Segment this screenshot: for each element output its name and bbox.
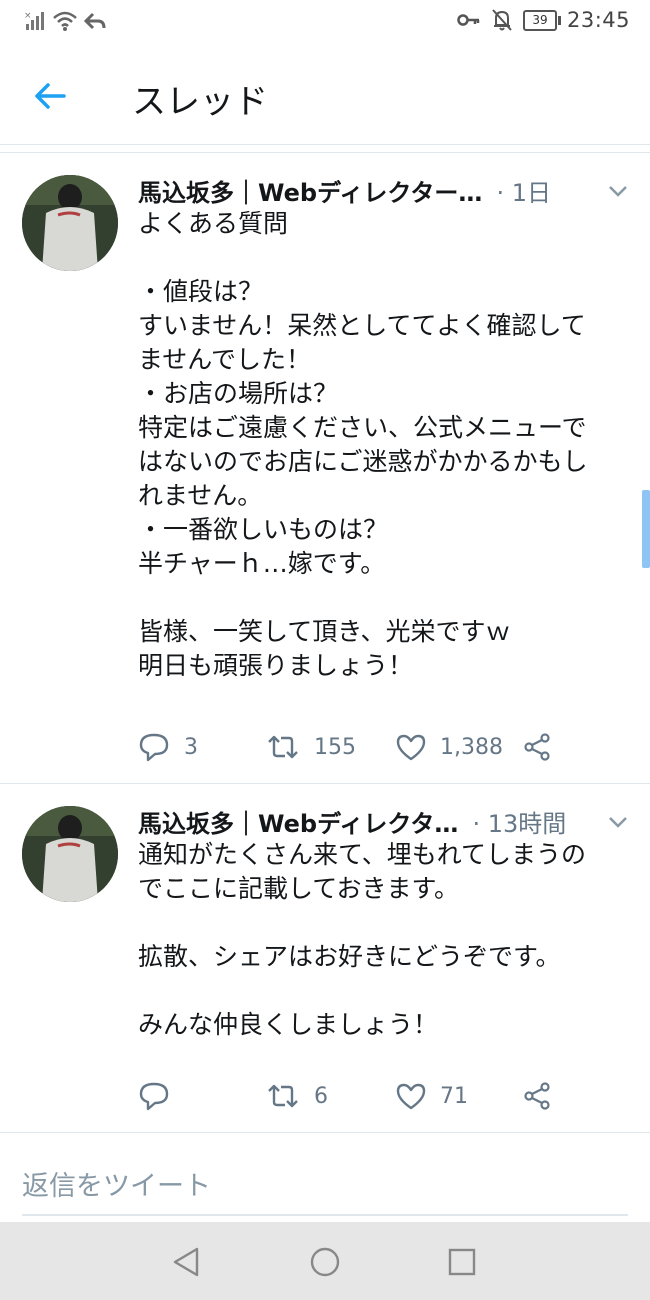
svg-text:×: × bbox=[24, 11, 32, 21]
tweet-text-line: 特定はご遠慮ください、公式メニューで bbox=[138, 413, 587, 442]
avatar-photo bbox=[22, 806, 118, 902]
chevron-down-icon[interactable] bbox=[606, 179, 630, 203]
tweet-text-line bbox=[138, 906, 638, 940]
tweet[interactable]: 馬込坂多｜Webディレクター… · 1日 よくある質問 ・値段は？ すいません！… bbox=[0, 153, 650, 784]
tweet-text-line: 通知がたくさん来て、埋もれてしまうの bbox=[138, 840, 587, 869]
scrollbar[interactable] bbox=[642, 490, 650, 568]
avatar-photo bbox=[22, 175, 118, 271]
status-bar: × 39 23:45 bbox=[0, 0, 650, 44]
reply-count: 3 bbox=[184, 734, 198, 760]
tweet-text-line: みんな仲良くしましょう！ bbox=[138, 1010, 439, 1039]
tweet-header: 馬込坂多｜Webディレクタ… · 13時間 bbox=[138, 804, 630, 838]
tweet-text-line: れません。 bbox=[138, 481, 263, 510]
retweet-count: 155 bbox=[314, 734, 356, 760]
reply-arrow-icon bbox=[84, 12, 106, 30]
avatar[interactable] bbox=[22, 175, 118, 271]
wifi-icon bbox=[53, 11, 77, 31]
tweet-text-line: はないのでお店にご迷惑がかかるかもし bbox=[138, 447, 588, 476]
tweet[interactable]: 馬込坂多｜Webディレクタ… · 13時間 通知がたくさん来て、埋もれてしまうの… bbox=[0, 784, 650, 1133]
triangle-back-icon bbox=[173, 1247, 199, 1277]
retweet-count: 6 bbox=[314, 1083, 328, 1109]
share-button[interactable] bbox=[522, 729, 552, 765]
reply-placeholder: 返信をツイート bbox=[22, 1171, 211, 1202]
retweet-icon bbox=[268, 735, 298, 759]
retweet-button[interactable]: 6 bbox=[266, 1078, 328, 1114]
square-recents-icon bbox=[448, 1248, 476, 1276]
tweet-text-line: ・お店の場所は？ bbox=[138, 379, 339, 408]
reply-button[interactable] bbox=[138, 1078, 184, 1114]
tweet-actions: 3 155 1,388 bbox=[138, 729, 618, 765]
like-button[interactable]: 1,388 bbox=[396, 729, 503, 765]
tweet-timestamp[interactable]: · 13時間 bbox=[472, 804, 566, 839]
author-name[interactable]: 馬込坂多｜Webディレクタ… bbox=[138, 804, 458, 839]
author-name[interactable]: 馬込坂多｜Webディレクター… bbox=[138, 173, 482, 208]
tweet-text-line: 拡散、シェアはお好きにどうぞです。 bbox=[138, 942, 561, 971]
tweet-text-line: 皆様、一笑して頂き、光栄ですｗ bbox=[138, 617, 511, 646]
nav-recents-button[interactable] bbox=[442, 1242, 482, 1282]
circle-home-icon bbox=[310, 1247, 340, 1277]
signal-icon: × bbox=[24, 11, 44, 30]
clock: 23:45 bbox=[566, 8, 630, 32]
battery-icon: 39 bbox=[522, 9, 561, 31]
heart-icon bbox=[396, 734, 426, 761]
back-button[interactable] bbox=[28, 74, 72, 118]
tweet-text-line: 明日も頑張りましょう！ bbox=[138, 651, 414, 680]
tweet-text-line: 半チャーｈ…嫁です。 bbox=[138, 549, 386, 578]
tweet-text-line: ませんでした！ bbox=[138, 345, 312, 374]
tweet-text-line: よくある質問 bbox=[138, 209, 289, 238]
reply-icon bbox=[139, 1082, 169, 1111]
tweet-text: よくある質問 ・値段は？ すいません！呆然としててよく確認して ませんでした！ … bbox=[138, 207, 638, 683]
tweet-text-line bbox=[138, 581, 638, 615]
tweet-text-line: ・一番欲しいものは？ bbox=[138, 515, 389, 544]
tweet-text-line: ・値段は？ bbox=[138, 277, 264, 306]
share-icon bbox=[524, 1082, 550, 1110]
mute-bell-icon bbox=[492, 9, 512, 31]
heart-icon bbox=[396, 1083, 426, 1110]
back-arrow-icon bbox=[35, 83, 66, 109]
reply-input[interactable]: 返信をツイート bbox=[22, 1158, 628, 1216]
tweet-timestamp[interactable]: · 1日 bbox=[496, 173, 551, 208]
like-count: 1,388 bbox=[440, 734, 503, 760]
tweet-text-line bbox=[138, 974, 638, 1008]
status-left-icons: × bbox=[24, 10, 106, 32]
page-title: スレッド bbox=[132, 82, 268, 122]
retweet-icon bbox=[268, 1084, 298, 1108]
key-icon bbox=[457, 14, 480, 26]
tweet-text: 通知がたくさん来て、埋もれてしまうの でここに記載しておきます。 拡散、シェアは… bbox=[138, 838, 638, 1042]
like-button[interactable]: 71 bbox=[396, 1078, 468, 1114]
tweet-actions: 6 71 bbox=[138, 1078, 618, 1114]
reply-icon bbox=[139, 733, 169, 762]
tweet-header: 馬込坂多｜Webディレクター… · 1日 bbox=[138, 173, 630, 207]
reply-button[interactable]: 3 bbox=[138, 729, 198, 765]
nav-home-button[interactable] bbox=[305, 1242, 345, 1282]
chevron-down-icon[interactable] bbox=[606, 810, 630, 834]
retweet-button[interactable]: 155 bbox=[266, 729, 356, 765]
nav-back-button[interactable] bbox=[166, 1242, 206, 1282]
share-button[interactable] bbox=[522, 1078, 552, 1114]
tweet-text-line: でここに記載しておきます。 bbox=[138, 874, 460, 903]
share-icon bbox=[524, 733, 550, 761]
like-count: 71 bbox=[440, 1083, 468, 1109]
system-nav-bar bbox=[0, 1222, 650, 1300]
status-right-icons: 39 23:45 bbox=[457, 8, 630, 32]
app-header: スレッド bbox=[0, 44, 650, 145]
tweet-text-line: すいません！呆然としててよく確認して bbox=[138, 311, 586, 340]
avatar[interactable] bbox=[22, 806, 118, 902]
tweet-text-line bbox=[138, 241, 638, 275]
